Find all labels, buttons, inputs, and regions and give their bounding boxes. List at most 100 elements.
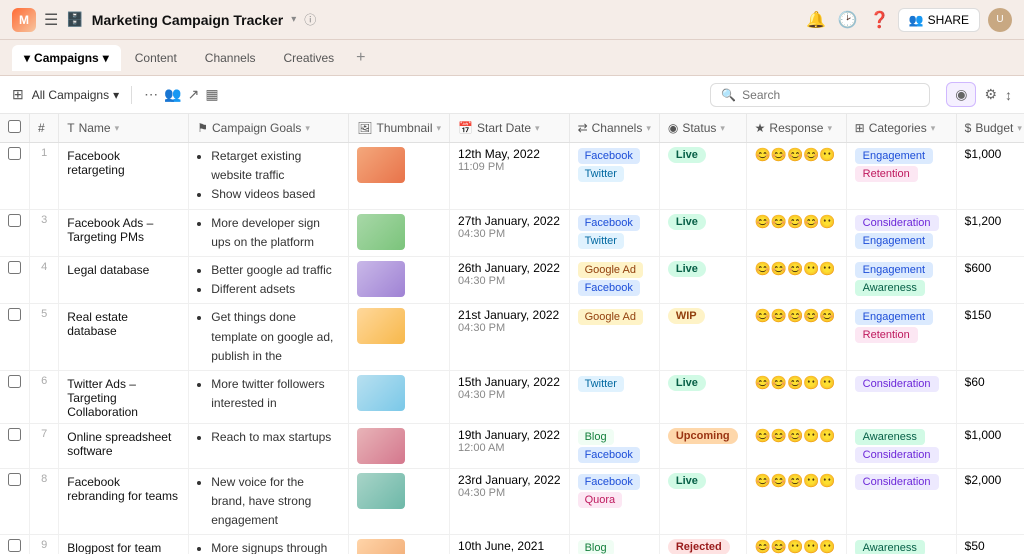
row-checkbox[interactable]	[8, 375, 21, 388]
search-bar[interactable]: 🔍	[710, 83, 930, 107]
header-response[interactable]: ★ Response ▾	[746, 114, 846, 143]
row-name: Facebook retargeting	[59, 143, 189, 210]
row-checkbox[interactable]	[8, 428, 21, 441]
row-checkbox[interactable]	[8, 261, 21, 274]
tab-campaigns[interactable]: ▾ Campaigns ▾	[12, 45, 121, 71]
tab-content[interactable]: Content	[121, 45, 191, 71]
table-container: # T Name ▾ ⚑ Campaign Goals ▾ 🖼 Thumbnai…	[0, 114, 1024, 554]
row-channels: Blog	[569, 535, 659, 554]
title-chevron-icon[interactable]: ▾	[291, 14, 296, 25]
status-badge: Live	[668, 214, 706, 230]
header-status-sort-icon[interactable]: ▾	[720, 123, 725, 134]
row-checkbox[interactable]	[8, 539, 21, 552]
row-status: Upcoming	[659, 423, 746, 468]
row-categories: EngagementAwareness	[846, 256, 956, 303]
category-tag: Engagement	[855, 309, 933, 325]
header-date-sort-icon[interactable]: ▾	[535, 123, 540, 134]
channel-tag: Twitter	[578, 233, 624, 249]
status-badge: Live	[668, 473, 706, 489]
header-response-sort-icon[interactable]: ▾	[827, 123, 832, 134]
row-status: Live	[659, 209, 746, 256]
row-channels: FacebookQuora	[569, 468, 659, 535]
header-status[interactable]: ◉ Status ▾	[659, 114, 746, 143]
settings-icon[interactable]: ⚙	[984, 86, 997, 103]
channel-tag: Facebook	[578, 215, 640, 231]
search-input[interactable]	[742, 88, 919, 102]
header-channels-icon: ⇄	[578, 121, 588, 135]
table-row: 8Facebook rebranding for teamsNew voice …	[0, 468, 1024, 535]
menu-icon[interactable]: ☰	[44, 10, 58, 30]
row-goals: Get things done template on google ad, p…	[189, 304, 349, 371]
header-name[interactable]: T Name ▾	[59, 114, 189, 143]
category-tag: Consideration	[855, 447, 939, 463]
header-categories[interactable]: ⊞ Categories ▾	[846, 114, 956, 143]
history-icon[interactable]: 🕑	[838, 10, 858, 30]
header-budget[interactable]: $ Budget ▾	[956, 114, 1024, 143]
header-goals-sort-icon[interactable]: ▾	[305, 123, 310, 134]
table-row: 5Real estate databaseGet things done tem…	[0, 304, 1024, 371]
row-number: 1	[30, 143, 59, 210]
header-date-icon: 📅	[458, 121, 473, 135]
row-budget: $150	[956, 304, 1024, 371]
header-thumbnail[interactable]: 🖼 Thumbnail ▾	[349, 114, 450, 143]
header-date[interactable]: 📅 Start Date ▾	[450, 114, 570, 143]
row-channels: Facebook Twitter	[569, 209, 659, 256]
category-tag: Awareness	[855, 540, 925, 554]
status-badge: Live	[668, 261, 706, 277]
toolbar-dots-icon[interactable]: ⋯	[144, 86, 158, 103]
row-thumbnail	[349, 535, 450, 554]
header-name-sort-icon[interactable]: ▾	[115, 123, 120, 134]
toolbar-view-icon[interactable]: ▦	[205, 86, 218, 103]
row-date: 12th May, 202211:09 PM	[450, 143, 570, 210]
row-checkbox[interactable]	[8, 147, 21, 160]
row-categories: Consideration	[846, 468, 956, 535]
row-status: Rejected	[659, 535, 746, 554]
row-status: Live	[659, 468, 746, 535]
header-check[interactable]	[0, 114, 30, 143]
grid-view-icon[interactable]: ⊞	[12, 86, 24, 103]
help-icon[interactable]: ❓	[870, 10, 890, 30]
row-channels: BlogFacebook	[569, 423, 659, 468]
select-all-checkbox[interactable]	[8, 120, 21, 133]
tab-creatives[interactable]: Creatives	[269, 45, 348, 71]
row-checkbox[interactable]	[8, 308, 21, 321]
row-thumbnail	[349, 143, 450, 210]
info-icon[interactable]: ⓘ	[304, 11, 316, 28]
row-name: Blogpost for team collaboration	[59, 535, 189, 554]
status-badge: Upcoming	[668, 428, 738, 444]
header-categories-icon: ⊞	[855, 121, 865, 135]
all-campaigns-chevron-icon: ▾	[113, 88, 119, 102]
table-row: 7Online spreadsheet softwareReach to max…	[0, 423, 1024, 468]
table-row: 3Facebook Ads – Targeting PMsMore develo…	[0, 209, 1024, 256]
sort-icon[interactable]: ↕	[1005, 87, 1012, 103]
all-campaigns-filter[interactable]: All Campaigns ▾	[32, 88, 119, 102]
row-checkbox[interactable]	[8, 214, 21, 227]
row-date: 26th January, 202204:30 PM	[450, 256, 570, 303]
header-channels-sort-icon[interactable]: ▾	[646, 123, 651, 134]
header-categories-sort-icon[interactable]: ▾	[931, 123, 936, 134]
category-tag: Consideration	[855, 474, 939, 490]
row-goals: More signups through the blog	[189, 535, 349, 554]
row-name: Twitter Ads – Targeting Collaboration	[59, 370, 189, 423]
header-goals[interactable]: ⚑ Campaign Goals ▾	[189, 114, 349, 143]
row-response: 😊😊😊😶😶	[746, 423, 846, 468]
header-budget-sort-icon[interactable]: ▾	[1017, 123, 1022, 134]
header-channels[interactable]: ⇄ Channels ▾	[569, 114, 659, 143]
row-status: Live	[659, 370, 746, 423]
filter-button[interactable]: ◉	[946, 82, 976, 107]
row-checkbox[interactable]	[8, 473, 21, 486]
toolbar-share-icon[interactable]: ↗	[188, 86, 200, 103]
header-thumb-sort-icon[interactable]: ▾	[437, 123, 442, 134]
share-button[interactable]: 👥 SHARE	[898, 8, 980, 32]
header-budget-icon: $	[965, 121, 972, 135]
tab-channels[interactable]: Channels	[191, 45, 270, 71]
bell-icon[interactable]: 🔔	[806, 10, 826, 30]
row-categories: EngagementRetention	[846, 304, 956, 371]
app-title: Marketing Campaign Tracker	[92, 12, 283, 28]
row-categories: ConsiderationEngagement	[846, 209, 956, 256]
add-tab-button[interactable]: +	[348, 45, 373, 71]
category-tag: Awareness	[855, 429, 925, 445]
app-logo: M	[12, 8, 36, 32]
toolbar-group-icon[interactable]: 👥	[164, 86, 181, 103]
toolbar: ⊞ All Campaigns ▾ ⋯ 👥 ↗ ▦ 🔍 ◉ ⚙ ↕	[0, 76, 1024, 114]
